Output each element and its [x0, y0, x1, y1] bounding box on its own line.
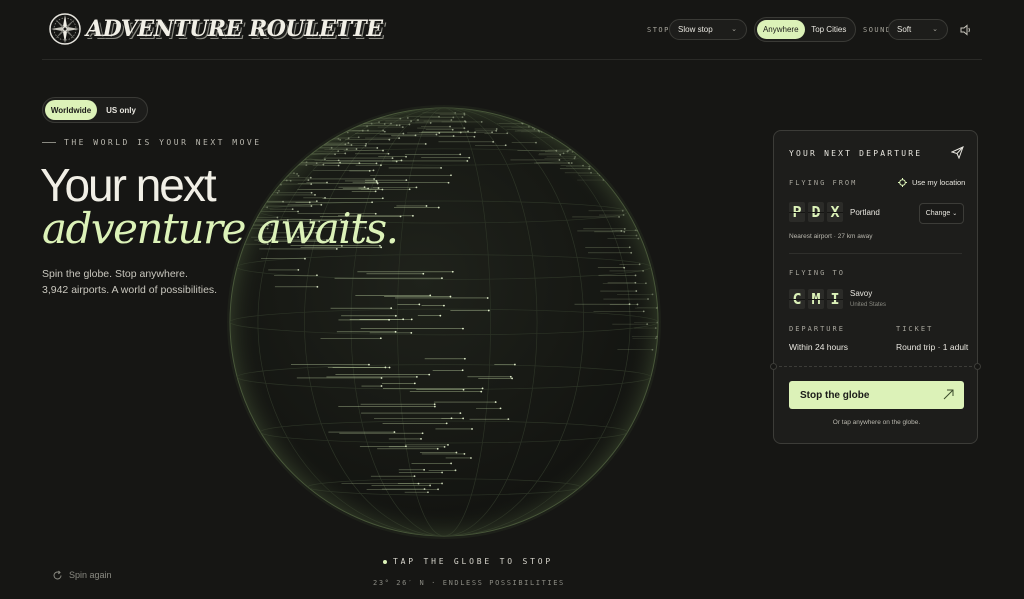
- refresh-icon: [53, 570, 62, 579]
- headline-line2: adventure awaits.: [42, 204, 399, 253]
- flying-to-label: FLYING TO: [789, 269, 845, 277]
- hero-subtext: Spin the globe. Stop anywhere. 3,942 air…: [42, 266, 242, 298]
- globe[interactable]: [226, 104, 662, 540]
- chevron-down-icon: ⌄: [731, 26, 737, 33]
- flying-from-label: FLYING FROM: [789, 179, 858, 187]
- ticket-notch-left: [770, 363, 777, 370]
- stop-select[interactable]: Slow stop ⌄: [669, 19, 747, 40]
- ticket-value: Round trip · 1 adult: [896, 342, 969, 352]
- sound-select[interactable]: Soft ⌄: [888, 19, 948, 40]
- coords-readout: 23° 26′ N · ENDLESS POSSIBILITIES: [373, 579, 565, 587]
- to-country: United States: [850, 302, 887, 308]
- flap-char: X: [827, 202, 843, 222]
- ticket-perforation: [774, 366, 977, 367]
- use-location-label: Use my location: [912, 178, 966, 187]
- logo[interactable]: ADVENTURE ROULETTE: [48, 12, 383, 46]
- header-divider: [42, 59, 982, 60]
- ticket-label: TICKET: [896, 325, 934, 333]
- tap-hint-text: TAP THE GLOBE TO STOP: [393, 557, 553, 566]
- compass-icon: [49, 13, 81, 45]
- departure-value: Within 24 hours: [789, 342, 849, 352]
- hero-subtext-line2: 3,942 airports. A world of possibilities…: [42, 284, 218, 296]
- spin-again-label: Spin again: [69, 570, 112, 580]
- flap-char: P: [789, 202, 805, 222]
- nearest-airport: Nearest airport · 27 km away: [789, 233, 873, 240]
- arrow-up-right-icon: [943, 389, 954, 400]
- header: ADVENTURE ROULETTE STOP Slow stop ⌄ Anyw…: [0, 0, 1024, 60]
- card-title: YOUR NEXT DEPARTURE: [789, 149, 923, 158]
- from-code-flap: P D X: [789, 202, 843, 222]
- tab-us-only[interactable]: US only: [97, 100, 145, 120]
- tap-hint-dot: [383, 559, 387, 564]
- flap-char: I: [827, 289, 843, 309]
- chevron-down-icon: ⌄: [952, 211, 958, 217]
- departure-card: YOUR NEXT DEPARTURE FLYING FROM Use my l…: [770, 130, 981, 444]
- tap-anywhere-hint: Or tap anywhere on the globe.: [832, 419, 921, 426]
- departure-label: DEPARTURE: [789, 325, 845, 333]
- speaker-icon[interactable]: [960, 24, 972, 36]
- to-city: Savoy: [850, 289, 873, 298]
- change-button[interactable]: Change ⌄: [919, 203, 964, 224]
- card-divider: [789, 253, 962, 254]
- from-city: Portland: [850, 208, 880, 217]
- stop-label: STOP: [647, 26, 670, 34]
- change-label: Change: [925, 210, 951, 217]
- stop-globe-button[interactable]: Stop the globe: [789, 381, 964, 409]
- crosshair-icon: [898, 178, 907, 187]
- use-location-button[interactable]: Use my location: [898, 178, 965, 187]
- flap-char: C: [789, 289, 805, 309]
- chevron-down-icon: ⌄: [932, 26, 938, 33]
- tab-worldwide[interactable]: Worldwide: [45, 100, 97, 120]
- globe-rim: [230, 108, 658, 536]
- stop-globe-label: Stop the globe: [800, 389, 870, 401]
- tap-hint: TAP THE GLOBE TO STOP: [383, 557, 553, 566]
- ticket-notch-right: [974, 363, 981, 370]
- destination-toggle: Anywhere Top Cities: [754, 17, 856, 42]
- sound-select-value: Soft: [897, 25, 912, 34]
- flap-char: D: [808, 202, 824, 222]
- spin-again-button[interactable]: Spin again: [42, 562, 122, 588]
- eyebrow-line: [42, 142, 56, 143]
- stop-select-value: Slow stop: [678, 25, 713, 34]
- hero-subtext-line1: Spin the globe. Stop anywhere.: [42, 268, 188, 280]
- paper-plane-icon[interactable]: [951, 146, 964, 159]
- tab-anywhere[interactable]: Anywhere: [757, 20, 805, 39]
- region-toggle: Worldwide US only: [42, 97, 148, 123]
- tab-top-cities[interactable]: Top Cities: [805, 20, 853, 39]
- logo-text: ADVENTURE ROULETTE: [86, 16, 383, 42]
- to-code-flap: C M I: [789, 289, 843, 309]
- flap-char: M: [808, 289, 824, 309]
